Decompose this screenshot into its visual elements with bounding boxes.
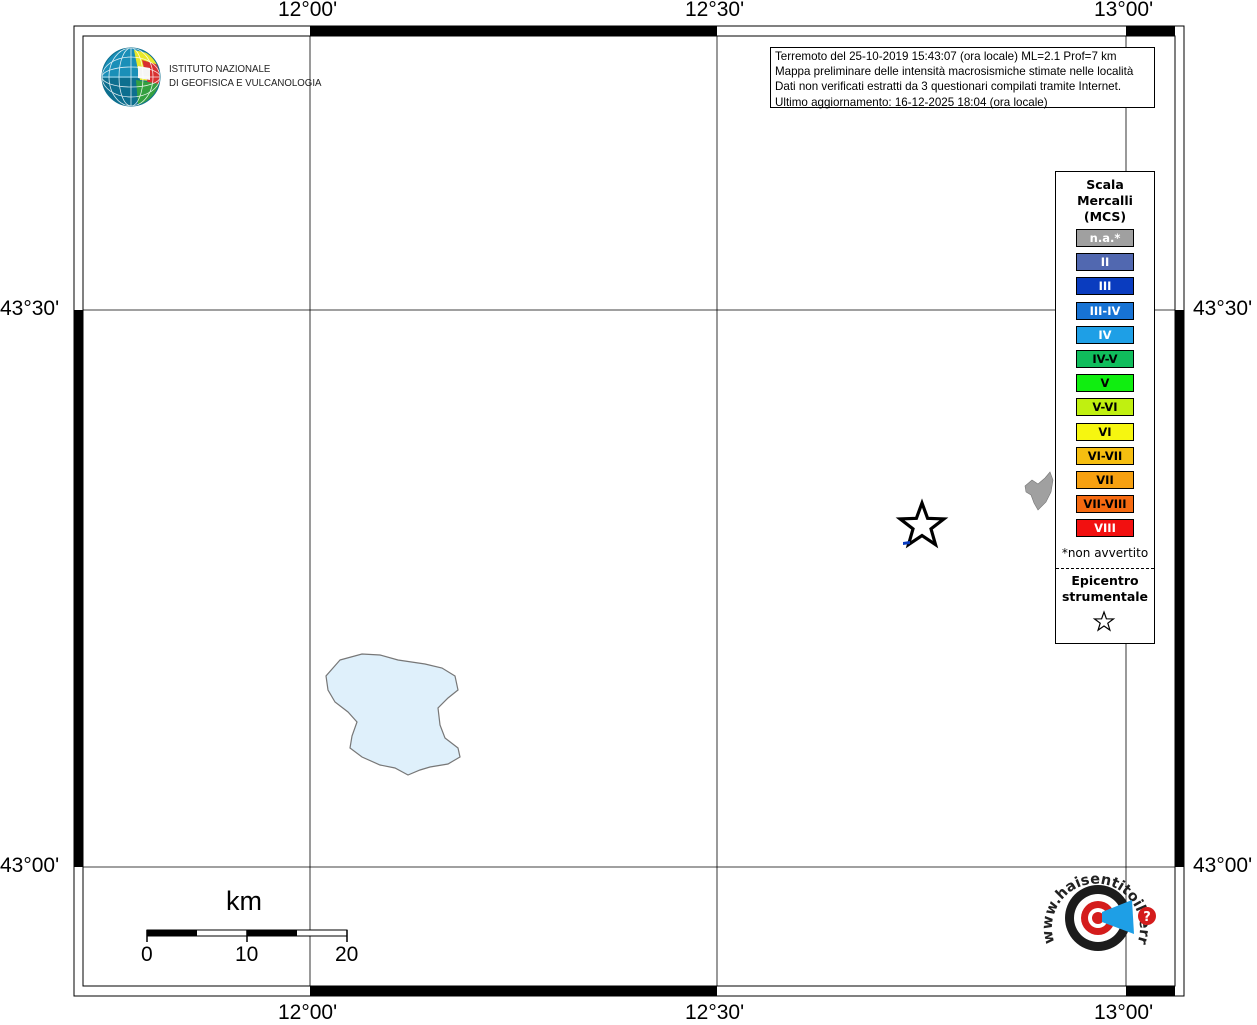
legend-item: n.a.* [1076,229,1134,247]
legend-item: IV [1076,325,1134,344]
event-info-line: Mappa preliminare delle intensità macros… [775,65,1134,79]
legend-title-line: Mercalli [1077,193,1133,208]
map-outer-frame [73,25,1185,997]
map-inner-frame [82,35,1176,987]
grey-area-shape [1024,471,1054,511]
legend-note: *non avvertito [1061,546,1149,560]
legend-item: VII [1076,471,1134,489]
lon-label-top-13-00: 13°00' [1094,0,1154,21]
frame-segment [74,310,83,867]
legend-item: VI [1076,422,1134,441]
legend-item: III-IV [1076,301,1134,320]
legend-item: VIII [1076,519,1134,538]
question-mark-icon: ? [1143,910,1151,925]
legend-item: V [1076,374,1134,393]
frame-segment [1175,310,1184,867]
scale-bar [146,929,348,942]
scale-bar-block [247,930,297,936]
lon-label-top-12-30: 12°30' [685,0,745,21]
legend-separator [1056,568,1154,569]
frame-segment [310,26,717,36]
scale-bar-block [147,930,197,936]
legend-item: III [1076,277,1134,296]
legend-title: Scala Mercalli (MCS) [1056,177,1154,225]
event-info-line: Dati non verificati estratti da 3 questi… [775,80,1122,94]
legend-epicenter-line: strumentale [1061,589,1149,604]
legend-epicenter-label: Epicentro strumentale [1056,573,1154,605]
legend-star-icon [1092,610,1116,632]
event-info-box: Terremoto del 25-10-2019 15:43:07 (ora l… [770,47,1155,109]
event-info-line: Ultimo aggiornamento: 16-12-2025 18:04 (… [775,95,1048,109]
legend-item: VI-VII [1076,446,1134,465]
lat-label-right-43-00: 43°00' [1193,854,1253,877]
lon-label-bottom-13-00: 13°00' [1094,1001,1154,1024]
legend-item: IV-V [1076,350,1134,368]
frame-segment [1126,986,1175,996]
lat-label-right-43-30: 43°30' [1193,297,1253,320]
ingv-name-line1: ISTITUTO NAZIONALE [169,63,271,75]
ingv-name-line2: DI GEOFISICA E VULCANOLOGIA [169,77,322,89]
frame-segment [1126,26,1175,36]
frame-segment [310,986,717,996]
lat-label-left-43-30: 43°30' [0,297,60,320]
lon-label-bottom-12-30: 12°30' [685,1001,745,1024]
intensity-legend: Scala Mercalli (MCS) n.a.* II III III-IV IV I… [1055,171,1155,644]
ingv-name: ISTITUTO NAZIONALE DI GEOFISICA E VULCAN… [169,62,321,90]
ingv-globe-logo [101,47,161,107]
legend-item: V-VI [1076,398,1134,417]
lake-shape [325,653,461,776]
haisentito-logo: www.haisentitoilterremoto.it ? [1036,856,1156,951]
legend-item: II [1076,253,1134,272]
lat-label-left-43-00: 43°00' [0,854,60,877]
legend-title-line: Scala [1086,177,1124,192]
scale-tick-label: 10 [235,943,259,966]
legend-item: VII-VIII [1076,495,1134,514]
lon-label-top-12-00: 12°00' [278,0,338,21]
legend-title-line: (MCS) [1083,209,1127,224]
event-info-line: Terremoto del 25-10-2019 15:43:07 (ora l… [775,50,1117,63]
epicenter-star[interactable] [895,498,949,549]
scale-tick-label: 0 [141,943,153,966]
scale-tick-label: 20 [335,943,359,966]
lon-label-bottom-12-00: 12°00' [278,1001,338,1024]
scale-unit: km [226,886,262,916]
legend-epicenter-line: Epicentro [1071,573,1139,588]
